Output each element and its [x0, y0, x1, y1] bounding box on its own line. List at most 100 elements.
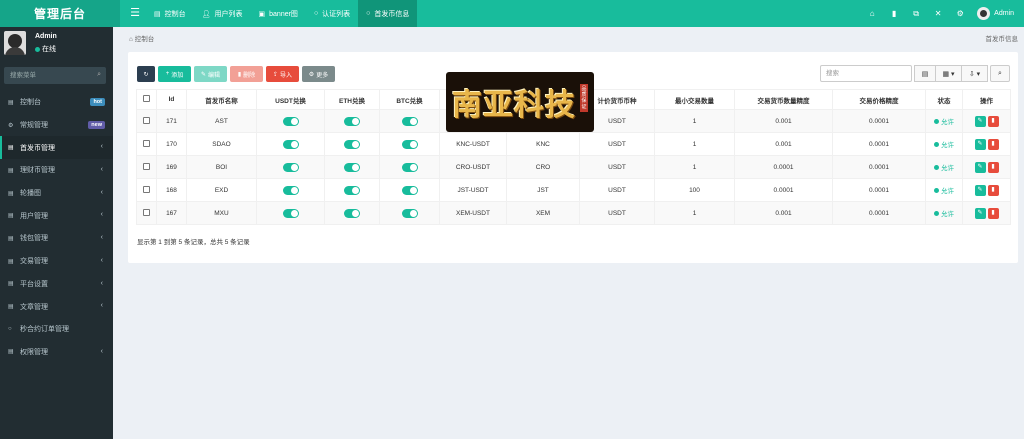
- sidebar-item-dashboard[interactable]: ▤ 控制台 hot: [0, 91, 113, 114]
- add-button[interactable]: + 添加: [158, 66, 191, 82]
- usdt-switch[interactable]: [282, 116, 299, 126]
- avatar: [4, 31, 26, 55]
- status-badge: 允许: [934, 208, 954, 218]
- breadcrumb-home[interactable]: 控制台: [135, 36, 155, 43]
- delete-button[interactable]: ▮ 删除: [230, 66, 263, 82]
- eth-switch[interactable]: [344, 208, 360, 218]
- col-header[interactable]: BTC兑换: [379, 89, 440, 110]
- usdt-switch[interactable]: [282, 208, 299, 218]
- menu-search-input[interactable]: [4, 67, 90, 84]
- sidebar-item-articles[interactable]: ▤ 文章管理 ‹: [0, 295, 113, 318]
- btc-switch[interactable]: [401, 116, 418, 126]
- row-delete-button[interactable]: ▮: [987, 138, 999, 150]
- col-header[interactable]: 交易货币数量精度: [734, 89, 833, 110]
- row-checkbox[interactable]: [143, 162, 150, 170]
- more-label: 更多: [316, 72, 329, 79]
- eth-switch[interactable]: [344, 139, 360, 149]
- sidebar-item-label: 文章管理: [20, 303, 48, 311]
- usdt-switch[interactable]: [282, 162, 299, 172]
- search-icon[interactable]: ⌕: [97, 71, 101, 79]
- row-delete-button[interactable]: ▮: [987, 207, 999, 219]
- sidebar-item-carousel[interactable]: ▤ 轮播图 ‹: [0, 182, 113, 205]
- row-checkbox[interactable]: [143, 185, 150, 193]
- col-header[interactable]: USDT兑换: [256, 89, 325, 110]
- row-edit-button[interactable]: ✎: [974, 115, 986, 127]
- common-search-button[interactable]: ⌕: [990, 65, 1010, 82]
- cell-min: 1: [654, 132, 735, 156]
- sidebar-item-label: 常规管理: [20, 122, 48, 130]
- columns-dropdown[interactable]: ▦ ▾: [935, 65, 962, 82]
- col-header[interactable]: Id: [156, 89, 187, 110]
- col-header[interactable]: 交易价格精度: [832, 89, 926, 110]
- cell-btc: [379, 155, 440, 179]
- refresh-icon: ↻: [143, 71, 149, 78]
- sidebar-item-permissions[interactable]: ▤ 权限管理 ‹: [0, 341, 113, 364]
- sidebar-item-ico-management[interactable]: ▤ 首发币管理 ‹: [0, 136, 113, 160]
- col-header[interactable]: 首发币名称: [186, 89, 257, 110]
- refresh-button[interactable]: ↻: [137, 66, 155, 82]
- export-dropdown[interactable]: ⇩ ▾: [961, 65, 988, 82]
- row-delete-button[interactable]: ▮: [987, 115, 999, 127]
- col-header[interactable]: 最小交易数量: [654, 89, 735, 110]
- cell-usdt: [256, 201, 325, 225]
- sidebar-item-general[interactable]: ⚙ 常规管理 new: [0, 114, 113, 137]
- tab-verification-list[interactable]: ○ 认证列表: [306, 0, 358, 27]
- table-row[interactable]: 169 BOI CRO-USDT CRO USDT 1 0.0001 0.000…: [136, 155, 1011, 179]
- tab-dashboard[interactable]: ▤ 控制台: [146, 0, 194, 27]
- menu-toggle-icon[interactable]: ☰: [128, 6, 142, 20]
- table-search-input[interactable]: [821, 66, 911, 81]
- grid-icon: ▦ ▾: [942, 70, 955, 78]
- table-row[interactable]: 167 MXU XEM-USDT XEM USDT 1 0.001 0.0001…: [136, 201, 1011, 225]
- sidebar-item-finance[interactable]: ▤ 理财币管理 ‹: [0, 159, 113, 182]
- row-delete-button[interactable]: ▮: [987, 161, 999, 173]
- row-edit-button[interactable]: ✎: [974, 207, 986, 219]
- row-checkbox[interactable]: [143, 139, 150, 147]
- sidebar-item-trading[interactable]: ▤ 交易管理 ‹: [0, 250, 113, 273]
- sidebar-item-contract-orders[interactable]: ○ 秒合约订单管理: [0, 318, 113, 341]
- chevron-left-icon: ‹: [100, 302, 103, 310]
- edit-button[interactable]: ✎ 编辑: [194, 66, 227, 82]
- trash-icon[interactable]: ▮: [883, 9, 905, 18]
- row-edit-button[interactable]: ✎: [974, 138, 986, 150]
- sidebar-item-users[interactable]: ▤ 用户管理 ‹: [0, 204, 113, 227]
- top-user-menu[interactable]: Admin: [971, 7, 1024, 20]
- import-button[interactable]: ⇪ 导入: [266, 66, 299, 82]
- settings-icon[interactable]: ⚙: [949, 9, 971, 18]
- tab-banner[interactable]: ▣ banner图: [251, 0, 306, 27]
- col-header[interactable]: ETH兑换: [324, 89, 380, 110]
- app-logo[interactable]: 管理后台: [0, 0, 120, 27]
- translate-icon[interactable]: ⧉: [905, 9, 927, 19]
- eth-switch[interactable]: [344, 116, 360, 126]
- cell-base: XEM: [506, 201, 580, 225]
- row-checkbox[interactable]: [143, 208, 150, 216]
- row-delete-button[interactable]: ▮: [987, 184, 999, 196]
- toggle-view-button[interactable]: ▤: [914, 65, 936, 82]
- eth-switch[interactable]: [344, 185, 360, 195]
- table-row[interactable]: 170 SDAO KNC-USDT KNC USDT 1 0.001 0.000…: [136, 132, 1011, 156]
- btc-switch[interactable]: [401, 162, 418, 172]
- col-header[interactable]: 状态: [925, 89, 963, 110]
- btc-switch[interactable]: [401, 185, 418, 195]
- cell-actions: ✎ ▮: [962, 155, 1011, 179]
- row-edit-button[interactable]: ✎: [974, 184, 986, 196]
- usdt-switch[interactable]: [282, 139, 299, 149]
- cell-price-precision: 0.0001: [832, 201, 926, 225]
- table-row[interactable]: 168 EXD JST-USDT JST USDT 100 0.0001 0.0…: [136, 178, 1011, 202]
- eth-switch[interactable]: [344, 162, 360, 172]
- btc-switch[interactable]: [401, 208, 418, 218]
- home-icon[interactable]: ⌂: [861, 9, 883, 18]
- watermark-tag: 品质保证: [580, 84, 588, 112]
- sidebar-item-wallet[interactable]: ▤ 钱包管理 ‹: [0, 227, 113, 250]
- cell-pair: KNC-USDT: [439, 132, 507, 156]
- select-all-checkbox[interactable]: [143, 95, 150, 102]
- more-button[interactable]: ⚙ 更多: [302, 66, 335, 82]
- tab-user-list[interactable]: 👤︎ 用户列表: [194, 0, 251, 27]
- fullscreen-icon[interactable]: ✕: [927, 9, 949, 18]
- sidebar-item-platform-settings[interactable]: ▤ 平台设置 ‹: [0, 273, 113, 296]
- row-checkbox[interactable]: [143, 116, 150, 124]
- row-edit-button[interactable]: ✎: [974, 161, 986, 173]
- usdt-switch[interactable]: [282, 185, 299, 195]
- btc-switch[interactable]: [401, 139, 418, 149]
- status-dot-icon: [934, 141, 939, 147]
- tab-ico-info[interactable]: ○ 首发币信息: [358, 0, 418, 27]
